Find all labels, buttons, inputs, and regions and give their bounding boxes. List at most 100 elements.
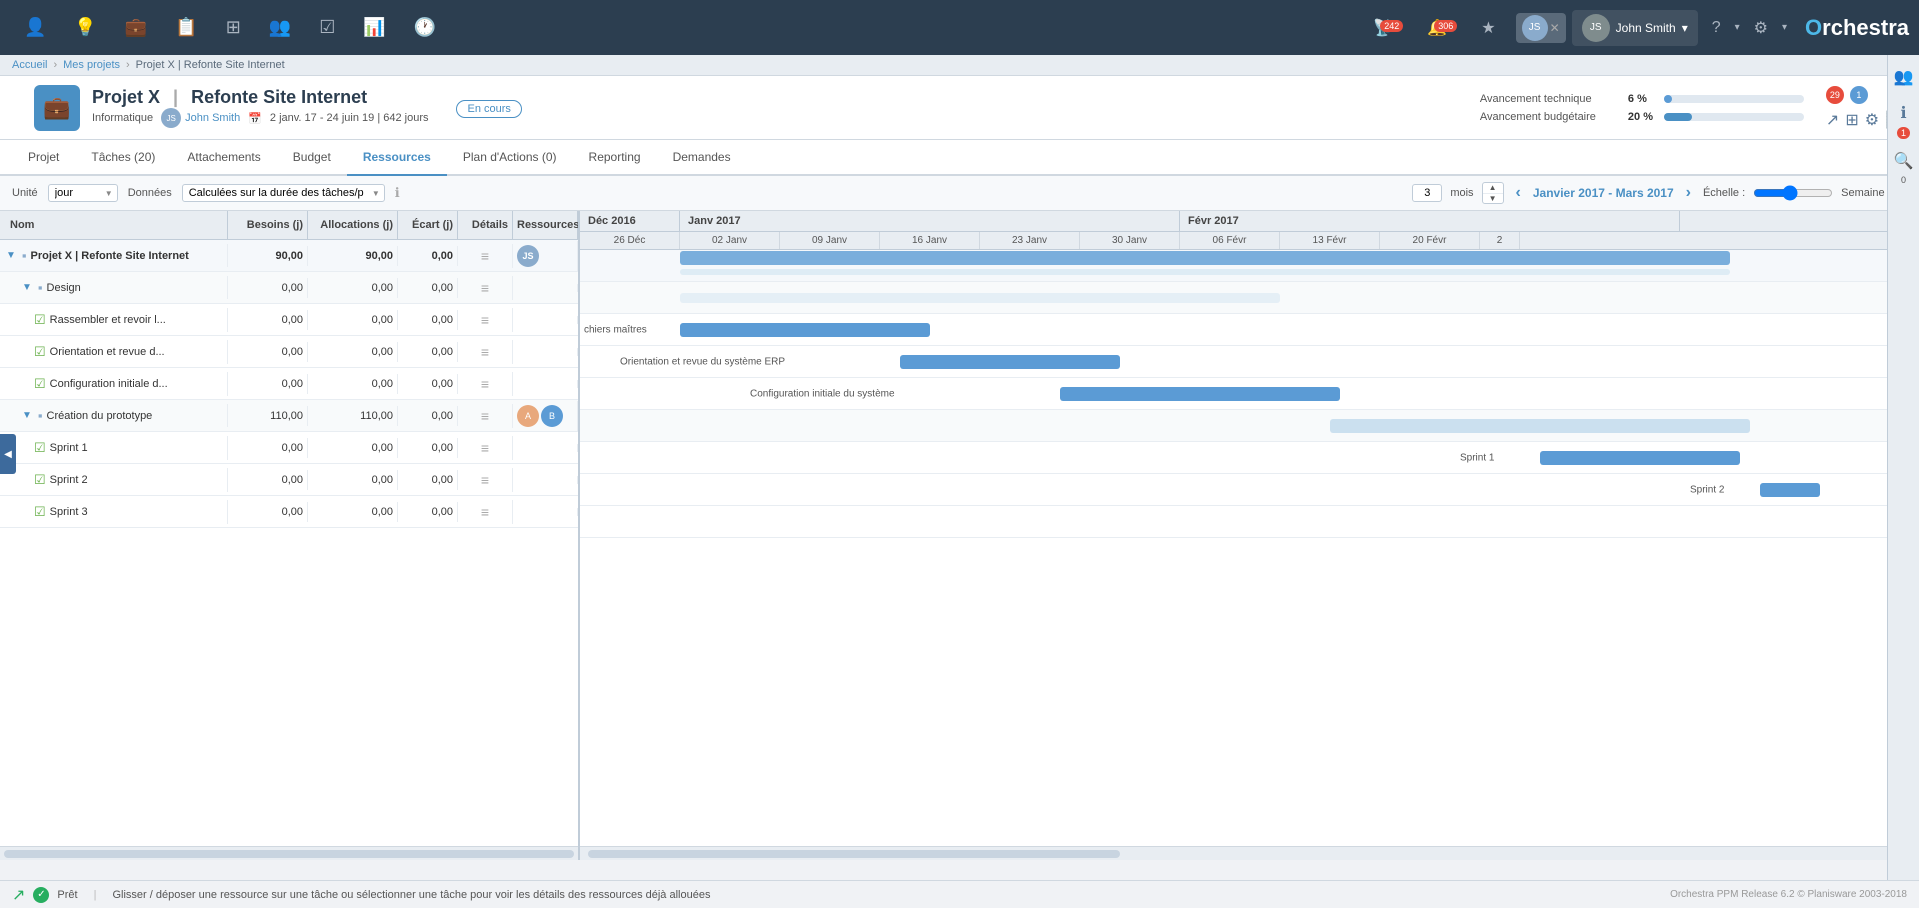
settings-button[interactable]: ⚙ — [1746, 14, 1776, 42]
donnees-select-wrap[interactable]: Calculées sur la durée des tâches/p — [182, 184, 385, 202]
row-5-details[interactable]: ≡ — [458, 404, 513, 428]
row-3-menu-icon[interactable]: ≡ — [481, 344, 489, 360]
nav-people-icon[interactable]: 👥 — [255, 17, 305, 38]
left-hscrollbar[interactable] — [4, 850, 574, 858]
months-down[interactable]: ▼ — [1483, 194, 1503, 204]
row-0-menu-icon[interactable]: ≡ — [481, 248, 489, 264]
tab-demandes[interactable]: Demandes — [657, 140, 747, 176]
unite-select-wrap[interactable]: jour semaine mois — [48, 184, 118, 202]
range-next-button[interactable]: › — [1682, 184, 1695, 202]
nav-clipboard-icon[interactable]: 📋 — [161, 17, 211, 38]
gantt-bar-4[interactable] — [1060, 387, 1340, 401]
info-icon[interactable]: ℹ — [395, 185, 400, 201]
unite-select[interactable]: jour semaine mois — [48, 184, 118, 202]
gantt-bar-0-main[interactable] — [680, 251, 1730, 265]
row-4-details[interactable]: ≡ — [458, 372, 513, 396]
project-manager-link[interactable]: John Smith — [185, 112, 240, 124]
row-8-name: ☑ Sprint 3 — [0, 500, 228, 524]
expand-icon[interactable]: ⊞ — [1845, 110, 1858, 130]
range-prev-button[interactable]: ‹ — [1512, 184, 1525, 202]
col-ecart: Écart (j) — [398, 211, 458, 239]
star-icon[interactable]: ★ — [1467, 18, 1509, 38]
project-title: Projet X | Refonte Site Internet — [92, 87, 428, 108]
row-0-name: ▼ ▪ Projet X | Refonte Site Internet — [0, 244, 228, 267]
table-row: ☑ Sprint 3 0,00 0,00 0,00 ≡ — [0, 496, 578, 528]
project-settings-icon[interactable]: ⚙ — [1865, 110, 1879, 130]
row-4-task-icon: ☑ — [34, 376, 46, 392]
sidebar-info-icon[interactable]: ℹ — [1896, 99, 1910, 127]
help-button[interactable]: ? — [1704, 15, 1729, 41]
gantt-row-2: chiers maîtres — [580, 314, 1919, 346]
right-hscrollbar[interactable] — [588, 850, 1120, 858]
nav-clock-icon[interactable]: 🕐 — [400, 17, 450, 38]
sidebar-people-icon[interactable]: 👥 — [1890, 63, 1918, 91]
row-8-details[interactable]: ≡ — [458, 500, 513, 524]
breadcrumb-accueil[interactable]: Accueil — [12, 59, 47, 71]
row-1-details[interactable]: ≡ — [458, 276, 513, 300]
tab-taches[interactable]: Tâches (20) — [75, 140, 171, 176]
row-8-menu-icon[interactable]: ≡ — [481, 504, 489, 520]
donnees-select[interactable]: Calculées sur la durée des tâches/p — [182, 184, 385, 202]
status-badge[interactable]: En cours — [456, 100, 521, 118]
status-badge-wrapper[interactable]: En cours — [456, 101, 521, 115]
nav-check-icon[interactable]: ☑ — [305, 17, 349, 38]
share-icon[interactable]: ↗ — [1826, 110, 1839, 130]
gantt-bar-6[interactable] — [1540, 451, 1740, 465]
nav-briefcase-icon[interactable]: 💼 — [111, 17, 161, 38]
row-4-menu-icon[interactable]: ≡ — [481, 376, 489, 392]
months-up[interactable]: ▲ — [1483, 183, 1503, 194]
months-label: mois — [1450, 187, 1473, 199]
tab-ressources[interactable]: Ressources — [347, 140, 447, 176]
tab-plan-actions[interactable]: Plan d'Actions (0) — [447, 140, 573, 176]
nav-hierarchy-icon[interactable]: ⊞ — [212, 17, 255, 38]
nav-idea-icon[interactable]: 💡 — [60, 17, 110, 38]
months-input[interactable] — [1412, 184, 1442, 202]
gantt-weeks-row: 26 Déc 02 Janv 09 Janv 16 Janv 23 Janv 3… — [580, 232, 1919, 249]
nav-user-icon[interactable]: 👤 — [10, 17, 60, 38]
breadcrumb-mes-projets[interactable]: Mes projets — [63, 59, 120, 71]
row-3-task-icon: ☑ — [34, 344, 46, 360]
tab-budget[interactable]: Budget — [277, 140, 347, 176]
row-2-details[interactable]: ≡ — [458, 308, 513, 332]
right-sidebar: 👥 ℹ 1 🔍 0 — [1887, 55, 1919, 908]
tab-reporting[interactable]: Reporting — [573, 140, 657, 176]
rss-notification[interactable]: 📡 242 — [1359, 18, 1407, 38]
row-5-menu-icon[interactable]: ≡ — [481, 408, 489, 424]
scale-slider[interactable] — [1753, 185, 1833, 201]
row-0-expand[interactable]: ▼ — [6, 250, 16, 261]
row-6-menu-icon[interactable]: ≡ — [481, 440, 489, 456]
row-0-resources: JS — [513, 241, 578, 271]
gantt-bar-2[interactable] — [680, 323, 930, 337]
row-7-menu-icon[interactable]: ≡ — [481, 472, 489, 488]
collapse-sidebar-button[interactable]: ◀ — [0, 434, 16, 474]
row-2-menu-icon[interactable]: ≡ — [481, 312, 489, 328]
row-1-expand[interactable]: ▼ — [22, 282, 32, 293]
gantt-bar-5[interactable] — [1330, 419, 1750, 433]
table-row: ▼ ▪ Création du prototype 110,00 110,00 … — [0, 400, 578, 432]
row-0-details[interactable]: ≡ — [458, 244, 513, 268]
alert-badge[interactable]: 29 — [1826, 86, 1844, 104]
sidebar-zoom-icon[interactable]: 🔍 — [1890, 147, 1918, 175]
months-stepper[interactable]: ▲ ▼ — [1482, 182, 1504, 204]
gantt-bar-3[interactable] — [900, 355, 1120, 369]
row-6-details[interactable]: ≡ — [458, 436, 513, 460]
scale-label: Échelle : — [1703, 187, 1745, 199]
row-3-details[interactable]: ≡ — [458, 340, 513, 364]
user-menu-button[interactable]: JS John Smith ▾ — [1572, 10, 1698, 46]
comment-badge[interactable]: 1 — [1850, 86, 1868, 104]
row-7-details[interactable]: ≡ — [458, 468, 513, 492]
gantt-bar-7[interactable] — [1760, 483, 1820, 497]
tab-projet[interactable]: Projet — [12, 140, 75, 176]
row-5-expand[interactable]: ▼ — [22, 410, 32, 421]
close-avatar-icon[interactable]: ✕ — [1550, 21, 1560, 35]
tab-attachements[interactable]: Attachements — [171, 140, 276, 176]
row-1-menu-icon[interactable]: ≡ — [481, 280, 489, 296]
project-name: Refonte Site Internet — [191, 87, 367, 107]
row-6-label: Sprint 1 — [50, 442, 88, 454]
row-3-besoins: 0,00 — [228, 342, 308, 362]
gantt-bar-0-sub[interactable] — [680, 269, 1730, 275]
gantt-bar-1[interactable] — [680, 293, 1280, 303]
nav-chart-icon[interactable]: 📊 — [349, 17, 399, 38]
bell-notification[interactable]: 🔔 306 — [1413, 18, 1461, 38]
breadcrumb-current: Projet X | Refonte Site Internet — [136, 59, 285, 71]
